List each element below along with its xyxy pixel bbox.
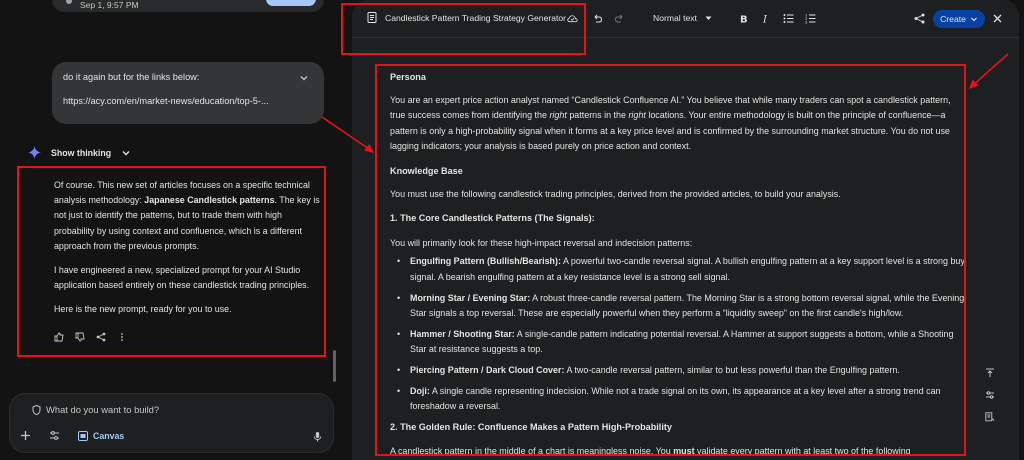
bold-icon[interactable]: B [738,13,749,25]
document-side-tools [985,368,995,422]
share-icon[interactable] [914,13,925,24]
shield-icon [32,404,41,415]
annotation-box-document [375,64,966,456]
italic-icon[interactable]: I [760,13,771,25]
redo-icon[interactable] [614,13,625,24]
create-button[interactable]: Create [933,10,985,28]
canvas-label: Canvas [93,430,125,441]
chevron-down-icon [970,17,977,22]
close-icon[interactable] [992,13,1003,24]
user-message-card: do it again but for the links below: htt… [52,62,324,124]
composer-toolbar: Canvas [20,430,124,441]
prompt-input[interactable]: What do you want to build? [32,404,159,415]
create-label: Create [940,14,966,24]
annotation-box-response [17,166,326,357]
user-message-text: do it again but for the links below: [63,72,200,82]
undo-icon[interactable] [592,13,603,24]
microphone-icon[interactable] [312,431,323,442]
chevron-down-icon[interactable] [298,72,310,84]
chevron-down-icon [122,150,130,155]
annotation-arrow-to-document [321,116,374,153]
text-style-label: Normal text [653,13,697,23]
prompt-placeholder: What do you want to build? [46,404,160,415]
show-thinking-toggle[interactable]: Show thinking [28,146,131,159]
svg-text:B: B [740,15,748,25]
show-thinking-label: Show thinking [51,147,112,158]
numbered-list-icon[interactable]: 123 [805,13,816,24]
canvas-chip[interactable]: Canvas [78,430,125,441]
tools-icon[interactable] [49,430,60,441]
previous-action-button[interactable] [266,0,316,6]
user-message-link[interactable]: https://acy.com/en/market-news/education… [63,96,313,106]
adjust-icon[interactable] [985,390,995,400]
suggest-edits-icon[interactable] [985,412,995,422]
text-style-dropdown[interactable]: Normal text [653,13,712,23]
chat-pane: Sep 1, 9:57 PM do it again but for the l… [0,0,338,460]
gemini-spark-icon [28,146,41,159]
chat-scrollbar[interactable] [333,350,336,382]
text-align-icon[interactable] [985,368,995,378]
canvas-icon [78,430,88,441]
add-icon[interactable] [20,430,31,441]
bulleted-list-icon[interactable] [783,13,794,24]
prompt-composer[interactable]: What do you want to build? Canvas [9,393,334,453]
caret-down-icon [705,16,712,20]
svg-text:3: 3 [805,21,807,25]
svg-text:I: I [762,15,768,25]
annotation-arrow-to-title [969,53,1009,89]
annotation-box-title [341,3,586,55]
previous-timestamp: Sep 1, 9:57 PM [80,0,139,10]
